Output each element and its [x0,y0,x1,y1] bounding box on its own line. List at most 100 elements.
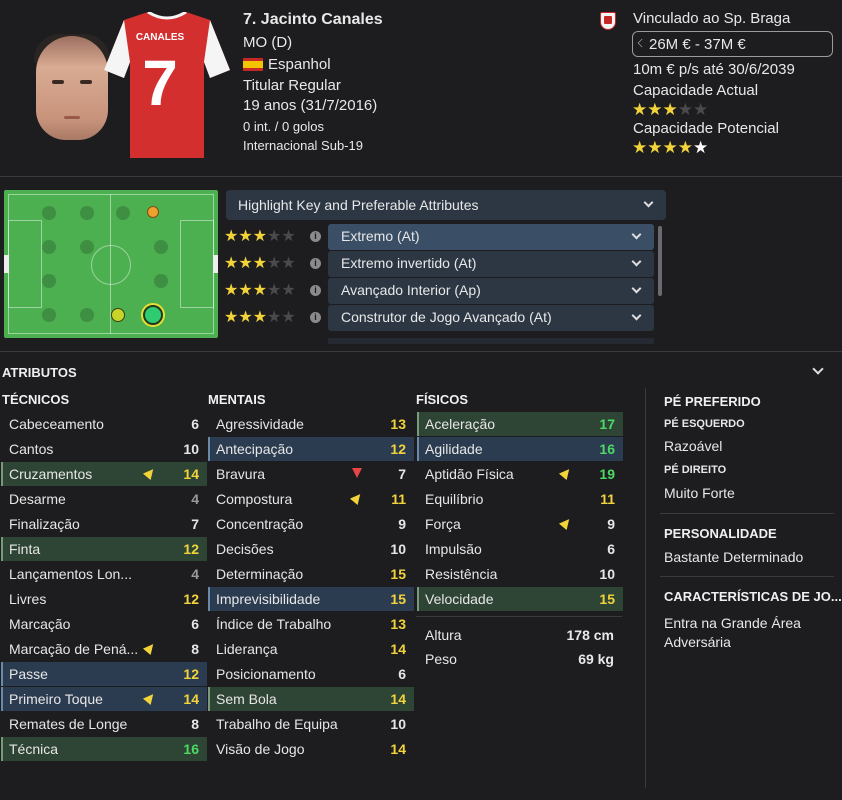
star-icon: ★ [647,138,663,157]
role-row[interactable]: ★★★★★ i Extremo invertido (At) [224,251,654,277]
attribute-value: 15 [599,591,615,607]
attribute-value: 9 [607,516,615,532]
info-icon[interactable]: i [310,258,321,269]
attribute-value: 12 [183,666,199,682]
attribute-row: Finalização 7 [1,512,207,536]
star-icon: ★ [267,309,282,326]
contract-club[interactable]: Vinculado ao Sp. Braga [633,10,790,27]
attribute-value: 12 [390,441,406,457]
attribute-row: Equilíbrio 11 [417,487,623,511]
player-wage: 10m € p/s até 30/6/2039 [633,61,795,78]
attribute-row: Visão de Jogo 14 [208,737,414,761]
attribute-label: Força [425,516,461,532]
attribute-row: Impulsão 6 [417,537,623,561]
attribute-row: Bravura 7 [208,462,414,486]
left-foot-value: Razoável [664,438,723,454]
role-stars: ★★★★★ [224,228,296,245]
personality-value: Bastante Determinado [664,549,804,565]
attribute-label: Cruzamentos [9,466,93,482]
attribute-label: Primeiro Toque [9,691,103,707]
divider [416,616,622,617]
attribute-value: 9 [398,516,406,532]
attribute-label: Marcação de Pená... [9,641,139,657]
attribute-label: Decisões [216,541,274,557]
attribute-label: Aceleração [425,416,496,432]
star-icon: ★ [267,282,282,299]
foot-header: PÉ PREFERIDO [664,394,761,409]
position-marker [111,308,125,322]
attribute-label: Aptidão Física [425,466,514,482]
star-icon: ★ [677,100,693,119]
attribute-value: 14 [390,741,406,757]
role-dropdown[interactable]: Construtor de Jogo Avançado (At) [328,305,654,331]
attribute-label: Passe [9,666,48,682]
attribute-label: Compostura [216,491,293,507]
attribute-label: Lançamentos Lon... [9,566,132,582]
attribute-label: Imprevisibilidade [216,591,321,607]
trend-up-icon [558,515,574,531]
attribute-label: Trabalho de Equipa [216,716,338,732]
info-icon[interactable]: i [310,231,321,242]
player-position: MO (D) [243,34,293,51]
attribute-row: Lançamentos Lon... 4 [1,562,207,586]
attribute-label: Técnica [9,741,59,757]
star-icon: ★ [224,282,239,299]
star-icon: ★ [238,282,253,299]
role-dropdown[interactable]: Extremo invertido (At) [328,251,654,277]
star-icon: ★ [677,138,693,157]
position-pitch[interactable] [4,190,218,338]
chevron-down-icon [631,229,642,240]
attribute-value: 10 [390,541,406,557]
role-dropdown[interactable]: Extremo (At) [328,224,654,250]
attribute-value: 16 [183,741,199,757]
star-icon: ★ [252,255,268,272]
role-row[interactable]: ★★★★★ i Construtor de Jogo Avançado (At) [224,305,654,331]
star-icon: ★ [267,255,282,272]
player-face-image [36,36,108,140]
attribute-label: Concentração [216,516,304,532]
divider [660,576,834,577]
highlight-dropdown[interactable]: Highlight Key and Preferable Attributes [226,190,666,220]
trend-up-icon [142,690,158,706]
attribute-value: 6 [607,541,615,557]
role-stars: ★★★★★ [224,255,296,272]
attribute-row: Aceleração 17 [417,412,623,436]
role-list-scrollbar[interactable] [658,226,662,296]
attribute-label: Liderança [216,641,278,657]
role-row[interactable]: ★★★★★ i Avançado Interior (Ap) [224,278,654,304]
role-row[interactable]: ★★★★★ i Extremo (At) [224,224,654,250]
info-icon[interactable]: i [310,285,321,296]
chevron-down-icon [631,256,642,267]
attribute-value: 16 [599,441,615,457]
role-label: Construtor de Jogo Avançado (At) [341,309,552,325]
height-value: 178 cm [566,627,614,643]
attribute-row: Decisões 10 [208,537,414,561]
club-crest-icon[interactable] [600,12,616,30]
pa-label: Capacidade Potencial [633,120,779,137]
attribute-value: 13 [390,616,406,632]
attribute-label: Velocidade [425,591,494,607]
attribute-row: Cruzamentos 14 [1,462,207,486]
squad-status: Titular Regular [243,77,341,94]
attribute-label: Impulsão [425,541,482,557]
attribute-row: Agilidade 16 [417,437,623,461]
divider [645,388,646,788]
attribute-row: Desarme 4 [1,487,207,511]
trend-up-icon [558,465,574,481]
player-name: 7. Jacinto Canales [243,11,383,28]
attribute-value: 19 [599,466,615,482]
attribute-value: 12 [183,541,199,557]
value-box[interactable]: 26M € - 37M € [632,31,833,57]
attribute-row: Primeiro Toque 14 [1,687,207,711]
divider [0,176,842,177]
attribute-value: 10 [390,716,406,732]
role-dropdown[interactable]: Avançado Interior (Ap) [328,278,654,304]
star-icon: ★ [281,228,296,245]
ca-label: Capacidade Actual [633,82,759,99]
chevron-down-icon[interactable] [812,363,824,375]
info-icon[interactable]: i [310,312,321,323]
attribute-value: 14 [390,641,406,657]
attribute-row: Antecipação 12 [208,437,414,461]
player-age: 19 anos (31/7/2016) [243,97,378,114]
player-nationality: Espanhol [268,56,331,73]
